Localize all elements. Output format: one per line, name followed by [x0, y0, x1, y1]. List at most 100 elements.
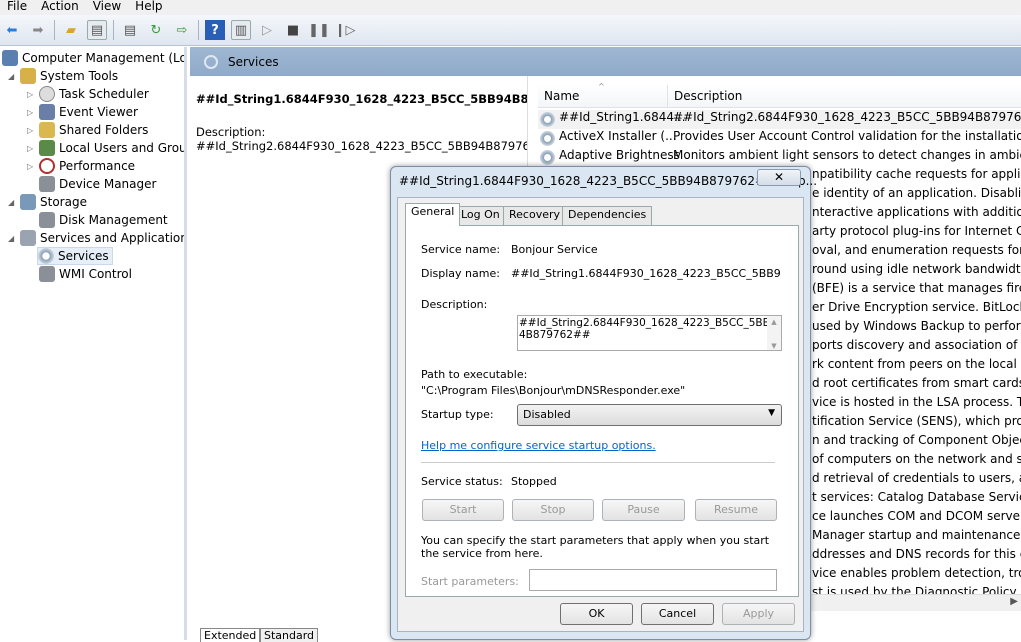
tree-item-shared-folders[interactable]: ▷ Shared Folders — [27, 121, 148, 139]
play-icon[interactable]: ▷ — [257, 20, 277, 40]
label: Local Users and Groups — [59, 141, 187, 155]
services-apps-icon — [20, 230, 36, 246]
properties-icon[interactable]: ▤ — [120, 20, 140, 40]
description-field[interactable]: ##Id_String2.6844F930_1628_4223_B5CC_5BB… — [517, 315, 782, 351]
tree-item-storage[interactable]: ◢ Storage — [8, 193, 87, 211]
tree-item-device-manager[interactable]: Device Manager — [39, 175, 156, 193]
tab-recovery[interactable]: Recovery — [503, 206, 567, 225]
gear-icon — [38, 248, 54, 264]
storage-icon — [20, 194, 36, 210]
startup-type-value: Disabled — [523, 408, 571, 421]
stop-button[interactable]: Stop — [512, 499, 594, 521]
pause-button[interactable]: Pause — [602, 499, 685, 521]
collapsed-icon[interactable]: ▷ — [27, 108, 37, 117]
service-row[interactable]: Adaptive Brightness Monitors ambient ligh… — [538, 148, 1021, 167]
horizontal-scrollbar[interactable]: ▶ — [808, 594, 1021, 611]
expanded-icon[interactable]: ◢ — [8, 198, 18, 207]
expanded-icon[interactable]: ◢ — [8, 72, 18, 81]
label: Event Viewer — [59, 105, 138, 119]
tree-item-task-scheduler[interactable]: ▷ Task Scheduler — [27, 85, 149, 103]
back-icon[interactable]: ⬅ — [2, 20, 22, 40]
help-icon[interactable]: ? — [205, 20, 225, 40]
collapsed-icon[interactable]: ▷ — [27, 126, 37, 135]
resume-button[interactable]: Resume — [695, 499, 777, 521]
menu-action[interactable]: Action — [34, 0, 86, 15]
tree-item-performance[interactable]: ▷ Performance — [27, 157, 135, 175]
pause-icon[interactable]: ❚❚ — [308, 20, 330, 40]
menu-help[interactable]: Help — [128, 0, 169, 15]
tree-root[interactable]: Computer Management (Local — [2, 49, 184, 67]
gear-icon — [540, 150, 555, 165]
tab-log-on[interactable]: Log On — [455, 206, 506, 225]
menu-file[interactable]: File — [0, 0, 34, 15]
stop-icon[interactable]: ■ — [283, 20, 303, 40]
startup-type-select[interactable]: Disabled ▼ — [517, 404, 782, 426]
label: Storage — [40, 195, 87, 209]
tree-item-system-tools[interactable]: ◢ System Tools — [8, 67, 118, 85]
service-name: Adaptive Brightness — [559, 148, 680, 162]
column-description[interactable]: Description — [668, 85, 1021, 108]
device-manager-icon — [39, 176, 55, 192]
service-description: arty protocol plug-ins for Internet Co..… — [812, 224, 1021, 238]
service-name-value: Bonjour Service — [511, 243, 598, 256]
description-scrollbar[interactable]: ▲ ▼ — [767, 316, 781, 350]
dialog-body: General Log On Recovery Dependencies Ser… — [397, 197, 804, 632]
label: WMI Control — [59, 267, 132, 281]
refresh-icon[interactable]: ↻ — [146, 20, 166, 40]
start-button[interactable]: Start — [422, 499, 504, 521]
wmi-icon — [39, 266, 55, 282]
tree-item-disk-management[interactable]: Disk Management — [39, 211, 168, 229]
apply-button[interactable]: Apply — [722, 603, 795, 625]
collapsed-icon[interactable]: ▷ — [27, 162, 37, 171]
show-action-pane-icon[interactable]: ▥ — [231, 20, 251, 40]
tree-item-local-users[interactable]: ▷ Local Users and Groups — [27, 139, 187, 157]
toolbar: ⬅ ➡ ▰ ▤ ▤ ↻ ⇨ ? ▥ ▷ ■ ❚❚ ❙▷ — [0, 15, 1021, 46]
separator — [54, 20, 55, 40]
column-name[interactable]: Name ^ — [538, 82, 668, 108]
service-row[interactable]: ActiveX Installer (... Provides User Acco… — [538, 129, 1021, 148]
tree-item-event-viewer[interactable]: ▷ Event Viewer — [27, 103, 138, 121]
scroll-right-icon[interactable]: ▶ — [1010, 596, 1018, 607]
start-params-input[interactable] — [529, 569, 777, 591]
collapsed-icon[interactable]: ▷ — [27, 90, 37, 99]
export-list-icon[interactable]: ⇨ — [172, 20, 192, 40]
description-text: ##Id_String2.6844F930_1628_4223_B5CC_5BB… — [519, 317, 777, 341]
tab-dependencies[interactable]: Dependencies — [562, 206, 653, 225]
ok-button[interactable]: OK — [560, 603, 633, 625]
start-params-label: Start parameters: — [421, 575, 519, 588]
help-configure-link[interactable]: Help me configure service startup option… — [421, 439, 656, 452]
tree-item-services-and-applications[interactable]: ◢ Services and Applications — [8, 229, 187, 247]
service-description: nteractive applications with addition... — [812, 205, 1021, 219]
label: Services and Applications — [40, 231, 187, 245]
cancel-button[interactable]: Cancel — [641, 603, 714, 625]
service-description: ports discovery and association of re... — [812, 338, 1021, 352]
separator — [198, 20, 199, 40]
show-hide-console-tree-icon[interactable]: ▤ — [87, 20, 107, 40]
users-icon — [39, 140, 55, 156]
gear-icon — [540, 112, 555, 127]
service-row[interactable]: ##Id_String1.6844... ##Id_String2.6844F93… — [538, 110, 1021, 129]
tree-item-wmi-control[interactable]: WMI Control — [39, 265, 132, 283]
label: Shared Folders — [59, 123, 149, 137]
service-description: tification Service (SENS), which provi..… — [812, 414, 1021, 428]
service-properties-dialog: ##Id_String1.6844F930_1628_4223_B5CC_5BB… — [390, 166, 817, 640]
tab-general[interactable]: General — [405, 203, 461, 226]
service-description: oval, and enumeration requests for s... — [812, 243, 1021, 257]
resume-icon[interactable]: ❙▷ — [335, 20, 356, 40]
close-icon: ✕ — [773, 170, 785, 184]
collapsed-icon[interactable]: ▷ — [27, 144, 37, 153]
forward-icon[interactable]: ➡ — [28, 20, 48, 40]
expanded-icon[interactable]: ◢ — [8, 234, 18, 243]
tree-item-services[interactable]: Services — [37, 247, 113, 265]
display-name-field[interactable]: ##Id_String1.6844F930_1628_4223_B5CC_5BB… — [511, 267, 781, 280]
service-description: Provides User Account Control validation… — [673, 129, 1021, 143]
up-folder-icon[interactable]: ▰ — [61, 20, 81, 40]
shared-folder-icon — [39, 122, 55, 138]
menu-view[interactable]: View — [86, 0, 128, 15]
path-value: "C:\Program Files\Bonjour\mDNSResponder.… — [421, 384, 686, 397]
service-description: rk content from peers on the local su... — [812, 357, 1021, 371]
tools-icon — [20, 68, 36, 84]
dialog-title: ##Id_String1.6844F930_1628_4223_B5CC_5BB… — [399, 174, 818, 188]
close-button[interactable]: ✕ — [757, 169, 801, 186]
label: Device Manager — [59, 177, 157, 191]
